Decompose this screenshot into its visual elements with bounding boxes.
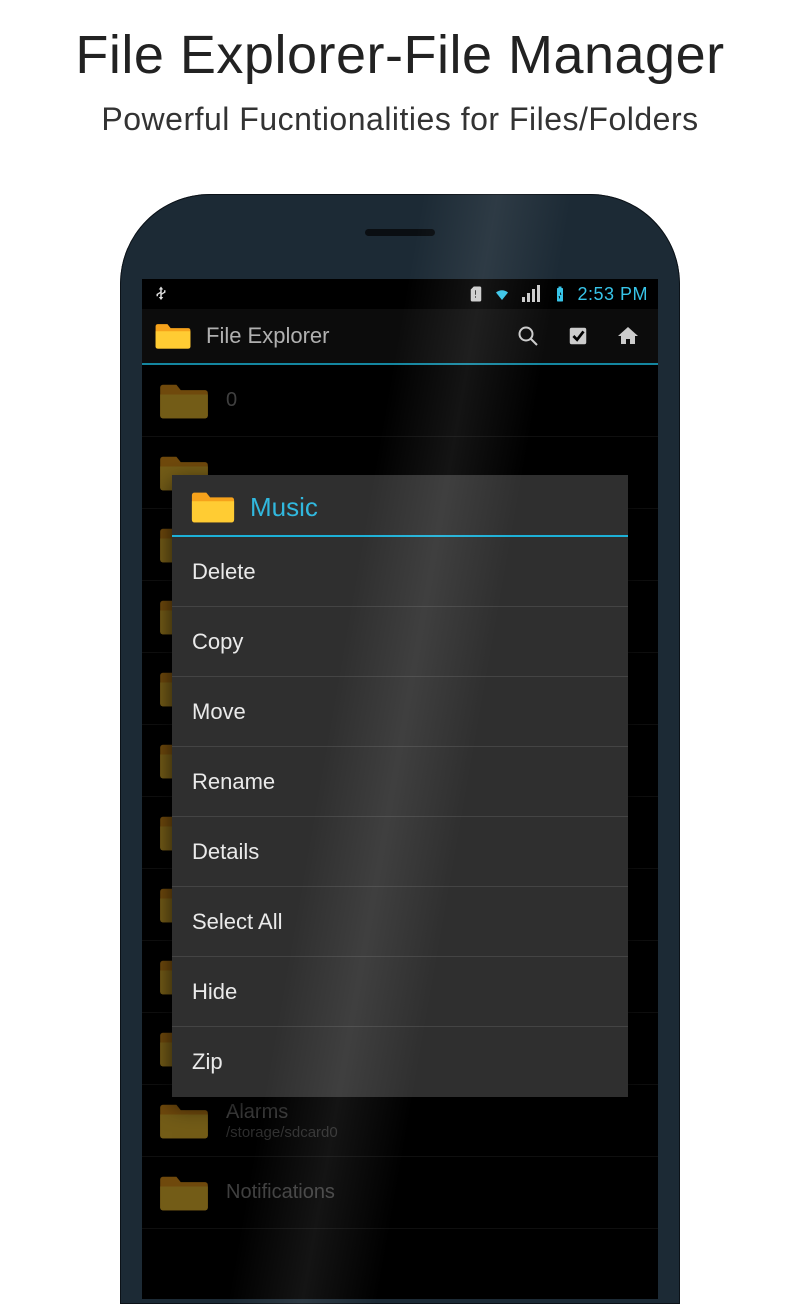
context-menu: Music DeleteCopyMoveRenameDetailsSelect … bbox=[172, 475, 628, 1097]
status-bar: 2:53 PM bbox=[142, 279, 658, 309]
folder-icon bbox=[190, 489, 236, 525]
sim-alert-icon bbox=[467, 285, 485, 303]
wifi-icon bbox=[493, 285, 511, 303]
context-menu-item[interactable]: Hide bbox=[172, 957, 628, 1027]
status-clock: 2:53 PM bbox=[577, 284, 648, 305]
home-icon[interactable] bbox=[610, 318, 646, 354]
promo-title: File Explorer-File Manager bbox=[0, 24, 800, 86]
context-menu-list: DeleteCopyMoveRenameDetailsSelect AllHid… bbox=[172, 537, 628, 1097]
context-menu-item[interactable]: Select All bbox=[172, 887, 628, 957]
signal-icon bbox=[519, 285, 543, 303]
device-frame: 2:53 PM File Explorer 0Alarms/storage/sd… bbox=[120, 194, 680, 1304]
search-icon[interactable] bbox=[510, 318, 546, 354]
battery-icon bbox=[551, 285, 569, 303]
select-icon[interactable] bbox=[560, 318, 596, 354]
context-menu-item[interactable]: Delete bbox=[172, 537, 628, 607]
app-folder-icon bbox=[154, 321, 192, 351]
context-menu-header: Music bbox=[172, 475, 628, 537]
context-menu-item[interactable]: Details bbox=[172, 817, 628, 887]
context-menu-item[interactable]: Zip bbox=[172, 1027, 628, 1097]
context-menu-item[interactable]: Copy bbox=[172, 607, 628, 677]
context-menu-item[interactable]: Move bbox=[172, 677, 628, 747]
toolbar-title: File Explorer bbox=[206, 323, 496, 349]
context-menu-title: Music bbox=[250, 492, 318, 523]
promo-subtitle: Powerful Fucntionalities for Files/Folde… bbox=[0, 101, 800, 138]
device-screen: 2:53 PM File Explorer 0Alarms/storage/sd… bbox=[142, 279, 658, 1299]
app-toolbar: File Explorer bbox=[142, 309, 658, 365]
usb-icon bbox=[152, 285, 170, 303]
context-menu-item[interactable]: Rename bbox=[172, 747, 628, 817]
